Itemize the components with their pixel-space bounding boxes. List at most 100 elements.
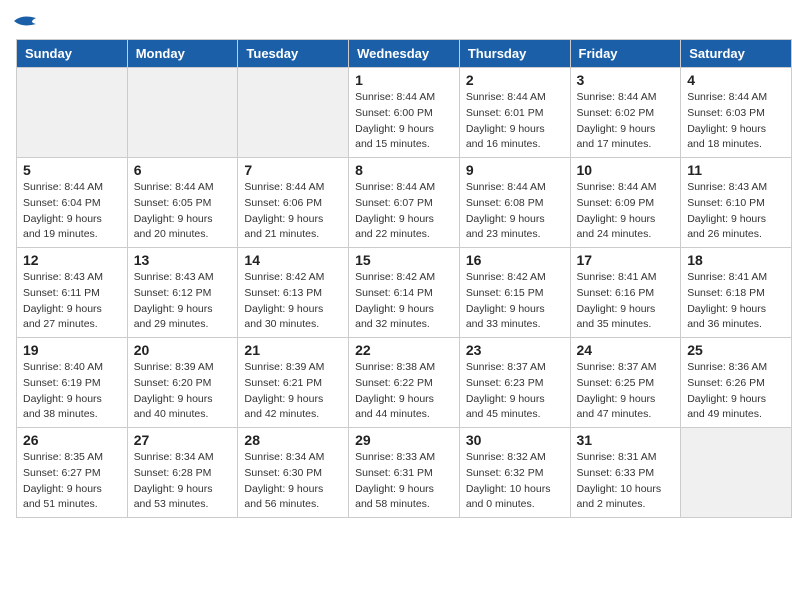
day-number: 28 xyxy=(244,432,342,448)
day-info: Sunrise: 8:39 AM Sunset: 6:20 PM Dayligh… xyxy=(134,360,232,423)
calendar-cell: 7 Sunrise: 8:44 AM Sunset: 6:06 PM Daylig… xyxy=(238,158,349,248)
calendar-cell: 25 Sunrise: 8:36 AM Sunset: 6:26 PM Dayli… xyxy=(681,338,792,428)
calendar-row: 1 Sunrise: 8:44 AM Sunset: 6:00 PM Daylig… xyxy=(17,68,792,158)
weekday-header-tuesday: Tuesday xyxy=(238,40,349,68)
day-number: 29 xyxy=(355,432,453,448)
day-number: 26 xyxy=(23,432,121,448)
calendar-row: 5 Sunrise: 8:44 AM Sunset: 6:04 PM Daylig… xyxy=(17,158,792,248)
day-number: 5 xyxy=(23,162,121,178)
day-number: 25 xyxy=(687,342,785,358)
day-info: Sunrise: 8:36 AM Sunset: 6:26 PM Dayligh… xyxy=(687,360,785,423)
day-info: Sunrise: 8:42 AM Sunset: 6:14 PM Dayligh… xyxy=(355,270,453,333)
calendar-cell: 14 Sunrise: 8:42 AM Sunset: 6:13 PM Dayli… xyxy=(238,248,349,338)
day-info: Sunrise: 8:42 AM Sunset: 6:15 PM Dayligh… xyxy=(466,270,564,333)
day-info: Sunrise: 8:43 AM Sunset: 6:10 PM Dayligh… xyxy=(687,180,785,243)
calendar-cell: 17 Sunrise: 8:41 AM Sunset: 6:16 PM Dayli… xyxy=(570,248,681,338)
day-info: Sunrise: 8:44 AM Sunset: 6:02 PM Dayligh… xyxy=(577,90,675,153)
day-number: 7 xyxy=(244,162,342,178)
day-number: 3 xyxy=(577,72,675,88)
calendar-header: SundayMondayTuesdayWednesdayThursdayFrid… xyxy=(17,40,792,68)
day-info: Sunrise: 8:44 AM Sunset: 6:00 PM Dayligh… xyxy=(355,90,453,153)
day-number: 23 xyxy=(466,342,564,358)
calendar-cell xyxy=(127,68,238,158)
logo-wing-icon xyxy=(14,14,36,33)
calendar-cell: 12 Sunrise: 8:43 AM Sunset: 6:11 PM Dayli… xyxy=(17,248,128,338)
calendar-cell: 2Sunrise: 8:44 AM Sunset: 6:01 PM Daylig… xyxy=(459,68,570,158)
day-number: 18 xyxy=(687,252,785,268)
day-number: 15 xyxy=(355,252,453,268)
day-info: Sunrise: 8:43 AM Sunset: 6:12 PM Dayligh… xyxy=(134,270,232,333)
weekday-header-friday: Friday xyxy=(570,40,681,68)
day-info: Sunrise: 8:44 AM Sunset: 6:03 PM Dayligh… xyxy=(687,90,785,153)
day-info: Sunrise: 8:42 AM Sunset: 6:13 PM Dayligh… xyxy=(244,270,342,333)
calendar-cell: 27Sunrise: 8:34 AM Sunset: 6:28 PM Dayli… xyxy=(127,428,238,518)
weekday-header-sunday: Sunday xyxy=(17,40,128,68)
calendar-cell: 29 Sunrise: 8:33 AM Sunset: 6:31 PM Dayli… xyxy=(349,428,460,518)
day-number: 31 xyxy=(577,432,675,448)
day-info: Sunrise: 8:44 AM Sunset: 6:06 PM Dayligh… xyxy=(244,180,342,243)
day-info: Sunrise: 8:37 AM Sunset: 6:25 PM Dayligh… xyxy=(577,360,675,423)
day-info: Sunrise: 8:39 AM Sunset: 6:21 PM Dayligh… xyxy=(244,360,342,423)
day-number: 17 xyxy=(577,252,675,268)
day-number: 13 xyxy=(134,252,232,268)
day-info: Sunrise: 8:44 AM Sunset: 6:08 PM Dayligh… xyxy=(466,180,564,243)
calendar-cell: 21 Sunrise: 8:39 AM Sunset: 6:21 PM Dayli… xyxy=(238,338,349,428)
day-info: Sunrise: 8:33 AM Sunset: 6:31 PM Dayligh… xyxy=(355,450,453,513)
calendar-cell: 10Sunrise: 8:44 AM Sunset: 6:09 PM Dayli… xyxy=(570,158,681,248)
day-info: Sunrise: 8:44 AM Sunset: 6:07 PM Dayligh… xyxy=(355,180,453,243)
calendar-row: 12 Sunrise: 8:43 AM Sunset: 6:11 PM Dayli… xyxy=(17,248,792,338)
weekday-header-saturday: Saturday xyxy=(681,40,792,68)
calendar-cell: 13 Sunrise: 8:43 AM Sunset: 6:12 PM Dayli… xyxy=(127,248,238,338)
day-number: 1 xyxy=(355,72,453,88)
day-info: Sunrise: 8:40 AM Sunset: 6:19 PM Dayligh… xyxy=(23,360,121,423)
calendar-cell: 4 Sunrise: 8:44 AM Sunset: 6:03 PM Daylig… xyxy=(681,68,792,158)
day-number: 14 xyxy=(244,252,342,268)
day-number: 8 xyxy=(355,162,453,178)
calendar-cell: 28 Sunrise: 8:34 AM Sunset: 6:30 PM Dayli… xyxy=(238,428,349,518)
calendar-cell: 18Sunrise: 8:41 AM Sunset: 6:18 PM Dayli… xyxy=(681,248,792,338)
day-number: 4 xyxy=(687,72,785,88)
day-number: 11 xyxy=(687,162,785,178)
weekday-header-thursday: Thursday xyxy=(459,40,570,68)
calendar-cell xyxy=(17,68,128,158)
day-info: Sunrise: 8:44 AM Sunset: 6:05 PM Dayligh… xyxy=(134,180,232,243)
calendar-cell: 19 Sunrise: 8:40 AM Sunset: 6:19 PM Dayli… xyxy=(17,338,128,428)
day-info: Sunrise: 8:34 AM Sunset: 6:30 PM Dayligh… xyxy=(244,450,342,513)
day-number: 22 xyxy=(355,342,453,358)
calendar-cell: 15 Sunrise: 8:42 AM Sunset: 6:14 PM Dayli… xyxy=(349,248,460,338)
calendar-cell: 5 Sunrise: 8:44 AM Sunset: 6:04 PM Daylig… xyxy=(17,158,128,248)
day-number: 27 xyxy=(134,432,232,448)
day-number: 6 xyxy=(134,162,232,178)
day-number: 19 xyxy=(23,342,121,358)
calendar-cell: 30 Sunrise: 8:32 AM Sunset: 6:32 PM Dayli… xyxy=(459,428,570,518)
weekday-header-monday: Monday xyxy=(127,40,238,68)
day-info: Sunrise: 8:44 AM Sunset: 6:01 PM Dayligh… xyxy=(466,90,564,153)
weekday-header-wednesday: Wednesday xyxy=(349,40,460,68)
calendar-cell: 23 Sunrise: 8:37 AM Sunset: 6:23 PM Dayli… xyxy=(459,338,570,428)
calendar-row: 26 Sunrise: 8:35 AM Sunset: 6:27 PM Dayli… xyxy=(17,428,792,518)
day-number: 20 xyxy=(134,342,232,358)
day-number: 21 xyxy=(244,342,342,358)
day-number: 9 xyxy=(466,162,564,178)
day-number: 30 xyxy=(466,432,564,448)
day-info: Sunrise: 8:38 AM Sunset: 6:22 PM Dayligh… xyxy=(355,360,453,423)
day-number: 12 xyxy=(23,252,121,268)
calendar-cell: 31 Sunrise: 8:31 AM Sunset: 6:33 PM Dayli… xyxy=(570,428,681,518)
calendar-cell: 11 Sunrise: 8:43 AM Sunset: 6:10 PM Dayli… xyxy=(681,158,792,248)
calendar-cell: 16 Sunrise: 8:42 AM Sunset: 6:15 PM Dayli… xyxy=(459,248,570,338)
calendar-row: 19 Sunrise: 8:40 AM Sunset: 6:19 PM Dayli… xyxy=(17,338,792,428)
day-info: Sunrise: 8:32 AM Sunset: 6:32 PM Dayligh… xyxy=(466,450,564,513)
day-number: 16 xyxy=(466,252,564,268)
calendar-cell: 1 Sunrise: 8:44 AM Sunset: 6:00 PM Daylig… xyxy=(349,68,460,158)
day-info: Sunrise: 8:41 AM Sunset: 6:16 PM Dayligh… xyxy=(577,270,675,333)
day-info: Sunrise: 8:35 AM Sunset: 6:27 PM Dayligh… xyxy=(23,450,121,513)
day-info: Sunrise: 8:37 AM Sunset: 6:23 PM Dayligh… xyxy=(466,360,564,423)
day-info: Sunrise: 8:44 AM Sunset: 6:09 PM Dayligh… xyxy=(577,180,675,243)
day-info: Sunrise: 8:44 AM Sunset: 6:04 PM Dayligh… xyxy=(23,180,121,243)
calendar-cell: 3 Sunrise: 8:44 AM Sunset: 6:02 PM Daylig… xyxy=(570,68,681,158)
day-info: Sunrise: 8:43 AM Sunset: 6:11 PM Dayligh… xyxy=(23,270,121,333)
calendar-cell: 20 Sunrise: 8:39 AM Sunset: 6:20 PM Dayli… xyxy=(127,338,238,428)
calendar-cell xyxy=(238,68,349,158)
calendar-cell: 24Sunrise: 8:37 AM Sunset: 6:25 PM Dayli… xyxy=(570,338,681,428)
day-info: Sunrise: 8:31 AM Sunset: 6:33 PM Dayligh… xyxy=(577,450,675,513)
